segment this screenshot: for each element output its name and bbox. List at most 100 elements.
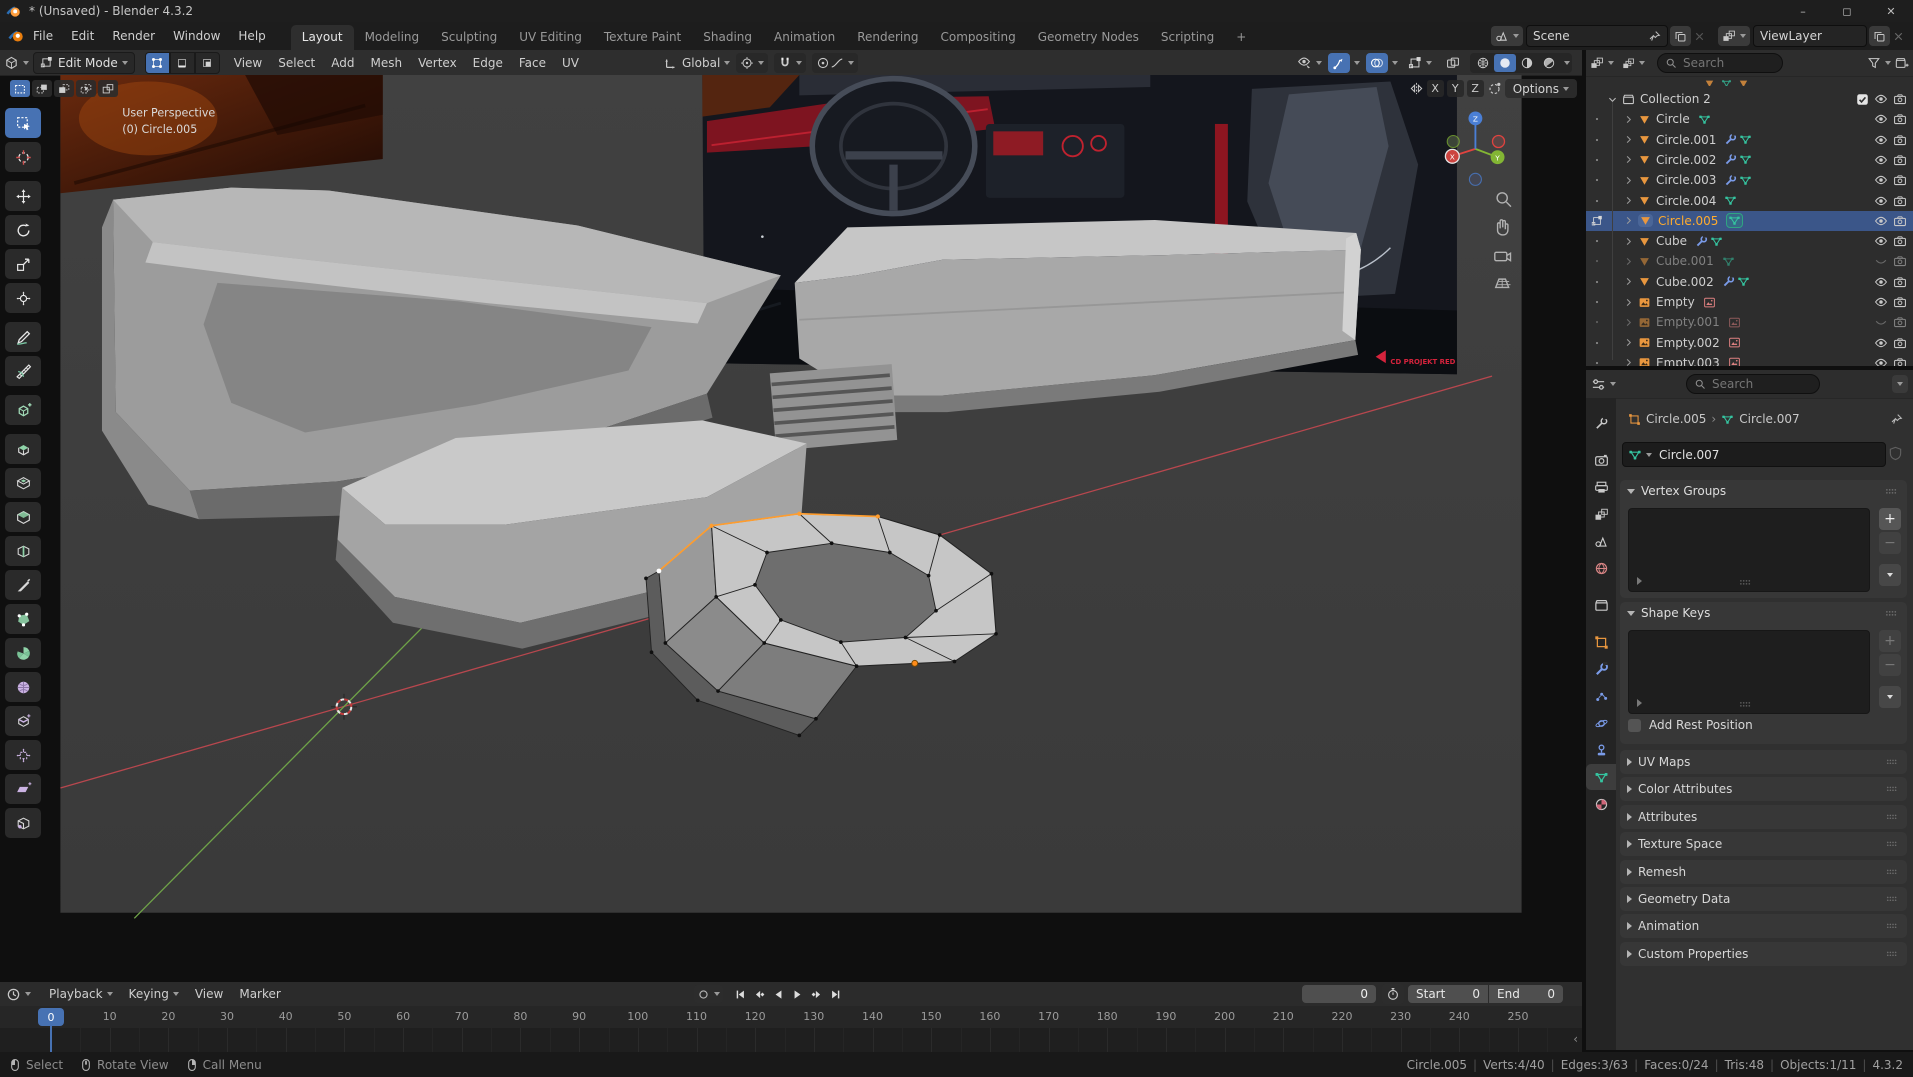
viewport-menu-select[interactable]: Select [270, 51, 323, 75]
disable-render-camera-icon[interactable] [1893, 133, 1907, 147]
tool-smooth[interactable] [5, 672, 41, 702]
hide-eye-icon[interactable] [1874, 92, 1888, 106]
tool-cursor[interactable] [5, 142, 41, 172]
timeline-editor-type[interactable] [6, 987, 31, 1002]
vertex-groups-list[interactable] [1628, 508, 1870, 592]
frame-start-field[interactable]: Start 0 [1408, 985, 1488, 1003]
mesh-data-icon[interactable] [1726, 213, 1744, 229]
viewlayer-browse-icon[interactable] [1718, 26, 1750, 46]
section-remesh[interactable]: Remesh [1620, 859, 1907, 884]
outliner-item-name[interactable]: Collection 2 [1640, 92, 1711, 106]
expand-arrow-icon[interactable] [1623, 276, 1634, 287]
disable-render-camera-icon[interactable] [1893, 92, 1907, 106]
select-mode-vertex-button[interactable] [144, 51, 170, 74]
scene-copy-button[interactable] [1670, 26, 1691, 46]
tool-loop-cut[interactable] [5, 536, 41, 566]
tool-poly-build[interactable] [5, 604, 41, 634]
outliner-row-empty-003[interactable]: Empty.003 [1586, 353, 1913, 366]
image-data-icon[interactable] [1728, 336, 1741, 349]
properties-tab-object-data[interactable] [1586, 764, 1616, 790]
properties-options-dropdown[interactable] [1892, 375, 1908, 393]
image-data-icon[interactable] [1728, 316, 1741, 329]
region-collapse-arrow[interactable]: ‹ [1573, 1032, 1578, 1046]
expand-arrow-icon[interactable] [1623, 215, 1634, 226]
tool-select-box[interactable] [5, 108, 41, 138]
frame-end-field[interactable]: End 0 [1489, 985, 1563, 1003]
workspace-tab-shading[interactable]: Shading [692, 25, 763, 50]
workspace-tab-scripting[interactable]: Scripting [1150, 25, 1225, 50]
shape-keys-list[interactable] [1628, 630, 1870, 714]
shading-material-button[interactable] [1516, 54, 1538, 72]
properties-tab-particles[interactable] [1586, 683, 1616, 709]
shape-key-add-button[interactable]: + [1879, 630, 1901, 652]
viewport-menu-mesh[interactable]: Mesh [363, 51, 411, 75]
datablock-name-field[interactable] [1622, 442, 1886, 467]
expand-arrow-icon[interactable] [1623, 236, 1634, 247]
pivot-point-dropdown[interactable] [736, 52, 769, 73]
outliner-filter-id[interactable] [1622, 57, 1645, 70]
hide-eye-icon[interactable] [1874, 275, 1888, 289]
select-mode-edge-button[interactable] [169, 51, 195, 74]
disable-render-camera-icon[interactable] [1893, 295, 1907, 309]
section-custom-properties[interactable]: Custom Properties [1620, 941, 1907, 966]
shape-keys-header[interactable]: Shape Keys [1620, 602, 1907, 624]
selectmode-invert-button[interactable] [76, 80, 96, 97]
minimize-button[interactable]: – [1781, 0, 1825, 22]
current-frame-field[interactable]: 0 [1302, 985, 1376, 1003]
tool-shear[interactable] [5, 774, 41, 804]
section-animation[interactable]: Animation [1620, 914, 1907, 939]
viewport-menu-uv[interactable]: UV [554, 51, 587, 75]
jump-to-prev-keyframe-button[interactable] [750, 985, 769, 1003]
outliner-row-circle-001[interactable]: Circle.001 [1586, 130, 1913, 150]
mirror-y-toggle[interactable]: Y [1446, 80, 1464, 97]
scene-unlink-icon[interactable] [1693, 30, 1706, 43]
jump-to-start-button[interactable] [731, 985, 750, 1003]
outliner-item-name[interactable]: Circle.004 [1656, 194, 1716, 208]
section-attributes[interactable]: Attributes [1620, 804, 1907, 829]
selectmode-extend-button[interactable] [32, 80, 52, 97]
vertex-group-remove-button[interactable]: − [1879, 532, 1901, 554]
blender-menu-icon[interactable] [8, 28, 24, 44]
maximize-button[interactable]: ◻ [1825, 0, 1869, 22]
menu-edit[interactable]: Edit [62, 23, 103, 49]
section-color-attributes[interactable]: Color Attributes [1620, 777, 1907, 802]
outliner-item-name[interactable]: Circle.003 [1656, 173, 1716, 187]
modifier-wrench-icon[interactable] [1724, 173, 1737, 187]
hide-eye-icon[interactable] [1874, 254, 1888, 268]
outliner-row-collection-2[interactable]: Collection 2 [1586, 89, 1913, 109]
modifier-wrench-icon[interactable] [1722, 275, 1735, 288]
timeline-menu-keying[interactable]: Keying [121, 983, 187, 1006]
mesh-data-icon[interactable] [1698, 113, 1711, 126]
section-geometry-data[interactable]: Geometry Data [1620, 887, 1907, 911]
viewlayer-copy-button[interactable] [1869, 26, 1890, 46]
show-gizmos-toggle[interactable] [1328, 52, 1350, 73]
properties-tab-material[interactable] [1586, 791, 1616, 817]
disable-render-camera-icon[interactable] [1893, 336, 1907, 350]
viewport-menu-view[interactable]: View [226, 51, 270, 75]
properties-editor-type[interactable] [1591, 377, 1616, 392]
vertex-group-specials-menu[interactable] [1879, 564, 1901, 586]
editor-type-selector[interactable] [4, 55, 29, 70]
tool-spin[interactable] [5, 638, 41, 668]
timeline-ruler[interactable]: 10 20 30 40 50 60 70 80 90 100 110 120 130 140 150 160 1… [0, 1006, 1582, 1029]
outliner-search[interactable] [1657, 53, 1783, 73]
properties-search-input[interactable] [1710, 376, 1794, 392]
select-mode-face-button[interactable] [194, 51, 220, 74]
outliner-row-circle-002[interactable]: Circle.002 [1586, 150, 1913, 170]
outliner-item-name[interactable]: Circle.001 [1656, 133, 1716, 147]
shape-key-remove-button[interactable]: − [1879, 654, 1901, 676]
transform-orientation-dropdown[interactable]: Global [664, 56, 731, 70]
expand-arrow-icon[interactable] [1623, 337, 1634, 348]
hide-eye-icon[interactable] [1874, 153, 1888, 167]
datablock-name-input[interactable] [1657, 446, 1861, 463]
viewport-menu-face[interactable]: Face [511, 51, 554, 75]
use-preview-range-icon[interactable] [1382, 984, 1404, 1004]
expand-arrow-icon[interactable] [1623, 154, 1634, 165]
vertex-group-add-button[interactable]: + [1879, 508, 1901, 530]
hide-eye-icon[interactable] [1874, 214, 1888, 228]
properties-tab-object[interactable] [1586, 629, 1616, 655]
hide-eye-icon[interactable] [1874, 336, 1888, 350]
tool-options-dropdown[interactable]: Options [1504, 79, 1577, 98]
hide-eye-icon[interactable] [1874, 112, 1888, 126]
properties-tab-constraints[interactable] [1586, 737, 1616, 763]
